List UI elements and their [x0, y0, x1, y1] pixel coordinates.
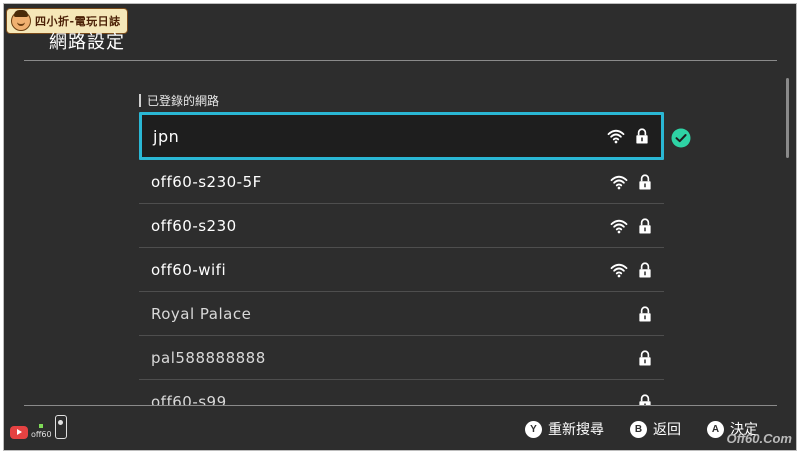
lock-icon [639, 306, 651, 321]
lock-icon [636, 128, 648, 144]
network-name: off60-wifi [151, 260, 227, 279]
controller-status: off60 [10, 415, 67, 439]
footer: off60 Y 重新搜尋 B 返回 A 決定 [4, 405, 796, 450]
network-status-icons [610, 173, 654, 191]
header: 四小折-電玩日誌 網路設定 [4, 4, 796, 62]
research-label: 重新搜尋 [548, 422, 604, 438]
research-button[interactable]: Y 重新搜尋 [525, 419, 604, 439]
b-button-icon: B [630, 420, 647, 438]
network-item-jpn[interactable]: jpn [139, 112, 664, 160]
a-button-icon: A [707, 420, 724, 438]
switch-screen: 四小折-電玩日誌 網路設定 已登錄的網路 jpn off60-s230-5F o… [3, 3, 797, 451]
network-item[interactable]: off60-s230-5F [139, 160, 664, 204]
network-status-icons [636, 349, 654, 367]
player-dot [39, 424, 44, 428]
video-play-icon [10, 426, 28, 439]
scrollbar[interactable] [786, 78, 789, 158]
back-label: 返回 [653, 422, 681, 438]
check-circle-icon [671, 128, 691, 148]
mascot-icon [11, 10, 31, 31]
player-indicator: off60 [31, 424, 52, 439]
section-title: 已登錄的網路 [147, 94, 220, 108]
network-status-icons [636, 305, 654, 323]
network-name: pal588888888 [151, 348, 266, 367]
joycon-icon [54, 415, 67, 439]
section-marker [139, 94, 141, 107]
network-name: off60-s230-5F [151, 172, 262, 191]
network-name: Royal Palace [151, 304, 252, 323]
lock-icon [639, 394, 651, 405]
section-header: 已登錄的網路 [139, 92, 219, 109]
footer-divider [24, 405, 777, 406]
back-button[interactable]: B 返回 [630, 419, 681, 439]
network-item[interactable]: off60-wifi [139, 248, 664, 292]
network-list: jpn off60-s230-5F off60-s230 off60-wifi … [139, 112, 664, 405]
network-status-icons [607, 127, 651, 145]
lock-icon [639, 174, 651, 189]
network-item[interactable]: pal588888888 [139, 336, 664, 380]
network-name: off60-s230 [151, 216, 237, 235]
blog-logo-text: 四小折-電玩日誌 [35, 15, 121, 28]
player-tag: off60 [31, 430, 52, 439]
wifi-icon [610, 219, 628, 233]
network-name: off60-s99 [151, 392, 227, 406]
lock-icon [639, 218, 651, 233]
network-item[interactable]: off60-s99 [139, 380, 664, 405]
network-status-icons [610, 217, 654, 235]
wifi-icon [610, 175, 628, 189]
network-settings-content: 已登錄的網路 jpn off60-s230-5F off60-s230 off6… [4, 62, 796, 405]
watermark: Off60.Com [726, 431, 793, 446]
page-title: 網路設定 [49, 32, 125, 53]
network-name: jpn [153, 126, 180, 146]
network-item[interactable]: off60-s230 [139, 204, 664, 248]
lock-icon [639, 262, 651, 277]
y-button-icon: Y [525, 420, 542, 438]
wifi-icon [607, 129, 625, 144]
network-status-icons [610, 261, 654, 279]
network-item[interactable]: Royal Palace [139, 292, 664, 336]
wifi-icon [610, 263, 628, 277]
header-divider [24, 60, 777, 61]
footer-actions: Y 重新搜尋 B 返回 A 決定 [525, 419, 758, 439]
lock-icon [639, 350, 651, 365]
network-status-icons [636, 393, 654, 405]
